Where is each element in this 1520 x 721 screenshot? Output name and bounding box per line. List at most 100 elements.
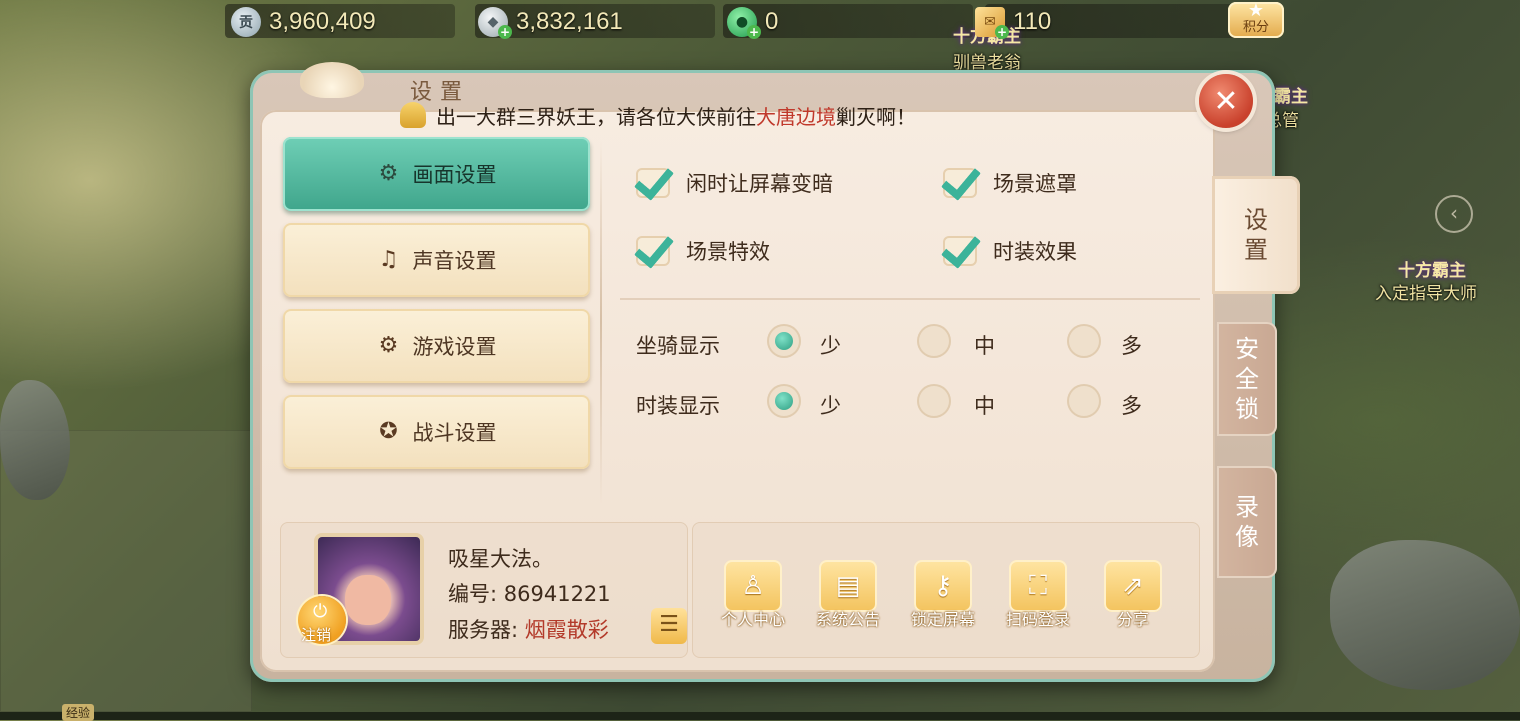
close-button[interactable]: ✕	[1199, 74, 1253, 128]
npc-title: 十方霸主	[1398, 261, 1466, 281]
rock-decoration	[0, 380, 70, 500]
action-label: 分享	[1116, 610, 1149, 629]
player-id: 编号: 86941221	[448, 578, 611, 608]
checkbox-scene-effects[interactable]: 场景特效	[636, 236, 770, 266]
radio-costume-high[interactable]	[1067, 384, 1101, 418]
gears-icon: ⚙	[378, 161, 399, 186]
lotus-ornament-icon	[300, 62, 364, 98]
scroll-icon: ▤	[819, 560, 877, 612]
divider	[600, 140, 602, 505]
currency-value: 0	[765, 8, 779, 35]
points-button[interactable]: ★ 积分	[1228, 0, 1284, 38]
star-icon: ★	[1247, 0, 1265, 21]
menu-game-settings[interactable]: ⚙ 游戏设置	[283, 309, 590, 383]
bell-icon	[400, 102, 426, 128]
checkmark-icon	[636, 168, 670, 198]
radio-mount-high[interactable]	[1067, 324, 1101, 358]
player-id-label: 编号:	[448, 582, 498, 606]
checkbox-label: 场景遮罩	[993, 172, 1077, 196]
radio-costume-low[interactable]	[767, 384, 801, 418]
collapse-arrow-icon[interactable]: ‹	[1435, 195, 1473, 233]
costume-display-label: 时装显示	[636, 394, 720, 418]
radio-mount-medium[interactable]	[917, 324, 951, 358]
announcement-suffix: 剿灭啊！	[836, 104, 916, 129]
gears-icon: ⚙	[378, 333, 399, 358]
server-label: 服务器:	[448, 618, 519, 642]
menu-sound-settings[interactable]: ♫ 声音设置	[283, 223, 590, 297]
player-id-value: 86941221	[503, 582, 611, 606]
radio-label: 少	[820, 394, 841, 418]
radio-label: 多	[1121, 394, 1142, 418]
action-label: 锁定屏幕	[910, 610, 975, 629]
server-list-button[interactable]: ☰	[651, 608, 687, 644]
tab-settings[interactable]: 设 置	[1212, 176, 1300, 294]
player-name: 吸星大法。	[448, 547, 553, 571]
checkbox-costume-effects[interactable]: 时装效果	[943, 236, 1077, 266]
avatar-face	[345, 575, 391, 625]
menu-label: 画面设置	[412, 163, 497, 187]
gear-sword-icon: ✪	[379, 419, 398, 444]
qr-scan-icon: ⛶	[1009, 560, 1067, 612]
system-announcement-button[interactable]: ▤ 系统公告	[816, 560, 880, 630]
tab-security-lock[interactable]: 安 全 锁	[1217, 322, 1277, 436]
close-icon: ✕	[1213, 83, 1239, 119]
currency-value: 3,832,161	[516, 8, 623, 35]
checkbox-label: 闲时让屏幕变暗	[686, 172, 833, 196]
radio-label: 多	[1121, 334, 1142, 358]
music-note-icon: ♫	[378, 247, 399, 272]
person-icon: ♙	[724, 560, 782, 612]
checkmark-icon	[943, 168, 977, 198]
checkbox-label: 时装效果	[993, 240, 1077, 264]
experience-bar	[0, 712, 1520, 720]
menu-battle-settings[interactable]: ✪ 战斗设置	[283, 395, 590, 469]
announcement-banner: 出一大群三界妖王，请各位大侠前往 大唐边境 剿灭啊！	[400, 100, 916, 130]
key-icon: ⚷	[914, 560, 972, 612]
tab-recording[interactable]: 录 像	[1217, 466, 1277, 578]
currency-silver[interactable]: ◆ + 3,832,161	[478, 4, 623, 40]
logout-label: 注销	[301, 626, 332, 644]
radio-label: 少	[820, 334, 841, 358]
radio-mount-low[interactable]	[767, 324, 801, 358]
checkmark-icon	[636, 236, 670, 266]
announcement-prefix: 出一大群三界妖王，请各位大侠前往	[436, 104, 756, 129]
rock-decoration	[1330, 540, 1520, 690]
scroll-ticket-icon: ✉ +	[975, 7, 1009, 39]
action-label: 个人中心	[720, 610, 785, 629]
qr-login-button[interactable]: ⛶ 扫码登录	[1006, 560, 1070, 630]
personal-center-button[interactable]: ♙ 个人中心	[721, 560, 785, 630]
checkmark-icon	[943, 236, 977, 266]
currency-value: 3,960,409	[269, 8, 376, 35]
radio-label: 中	[974, 334, 995, 358]
currency-scroll[interactable]: ✉ + 110	[975, 4, 1051, 40]
npc-name[interactable]: 入定指导大师	[1375, 279, 1477, 304]
radio-costume-medium[interactable]	[917, 384, 951, 418]
checkbox-label: 场景特效	[686, 240, 770, 264]
jade-icon: ● +	[727, 7, 761, 39]
share-icon: ⇗	[1104, 560, 1162, 612]
announcement-highlight[interactable]: 大唐边境	[756, 101, 836, 130]
currency-jade[interactable]: ● + 0	[727, 4, 778, 40]
divider	[620, 298, 1200, 300]
lock-screen-button[interactable]: ⚷ 锁定屏幕	[911, 560, 975, 630]
tribute-coin-icon: 贡	[231, 7, 261, 37]
mount-display-label: 坐骑显示	[636, 334, 720, 358]
player-server: 服务器: 烟霞散彩	[448, 614, 609, 644]
currency-bar: 贡 3,960,409 ◆ + 3,832,161 ● + 0 ✉ + 110 ★ 积…	[225, 0, 1295, 44]
silver-ingot-icon: ◆ +	[478, 7, 512, 39]
menu-label: 游戏设置	[412, 335, 497, 359]
menu-label: 战斗设置	[412, 421, 497, 445]
menu-display-settings[interactable]: ⚙ 画面设置	[283, 137, 590, 211]
menu-label: 声音设置	[412, 249, 497, 273]
action-label: 系统公告	[815, 610, 880, 629]
share-button[interactable]: ⇗ 分享	[1102, 560, 1164, 630]
server-value: 烟霞散彩	[524, 618, 609, 642]
list-icon: ☰	[659, 612, 679, 637]
action-label: 扫码登录	[1005, 610, 1070, 629]
radio-label: 中	[974, 394, 995, 418]
currency-value: 110	[1013, 8, 1052, 35]
power-icon: ⏻	[313, 601, 328, 622]
experience-label: 经验	[62, 704, 95, 721]
currency-tribute[interactable]: 贡 3,960,409	[231, 4, 376, 40]
checkbox-dim-screen[interactable]: 闲时让屏幕变暗	[636, 168, 833, 198]
checkbox-scene-mask[interactable]: 场景遮罩	[943, 168, 1077, 198]
